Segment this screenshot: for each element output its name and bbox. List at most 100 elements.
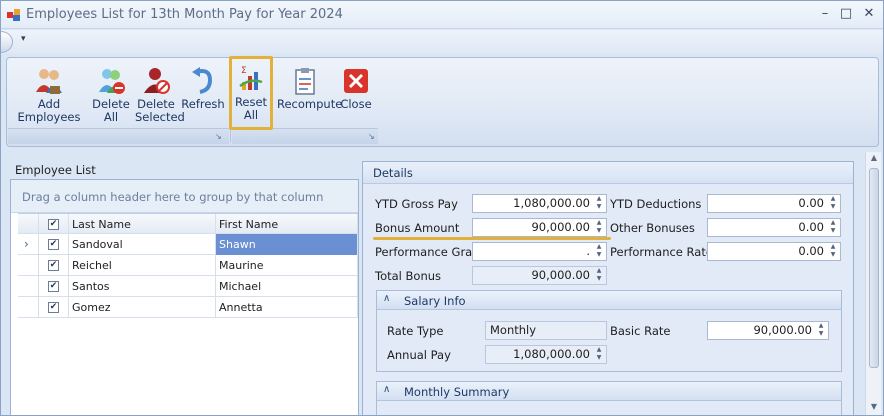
quick-access-toolbar: ▾ [1, 30, 883, 54]
performance-grade-label: Performance Grade [375, 245, 487, 259]
salary-info-header[interactable]: ∧ Salary Info [377, 291, 841, 310]
header-select-all[interactable]: ✔ [39, 214, 69, 235]
total-bonus-value: 90,000.00 [531, 268, 590, 282]
ribbon-group-footer-employees [8, 128, 229, 144]
monthly-summary-group: ∧ Monthly Summary [376, 381, 842, 415]
row-checkbox[interactable]: ✔ [48, 302, 59, 313]
table-row[interactable]: ✔ Reichel Maurine [18, 255, 358, 276]
reset-all-label-line2: All [243, 108, 259, 122]
scroll-down-icon[interactable]: ▼ [866, 402, 882, 411]
spin-arrows-icon[interactable]: ▲ ▼ [594, 243, 604, 259]
ytd-deductions-label: YTD Deductions [610, 197, 702, 211]
main-window: Employees List for 13th Month Pay for Ye… [0, 0, 884, 416]
spin-arrows-icon: ▲ ▼ [596, 267, 602, 282]
performance-grade-field[interactable]: . ▲ ▼ [472, 242, 607, 261]
row-checkbox[interactable]: ✔ [48, 281, 59, 292]
annual-pay-label: Annual Pay [387, 348, 451, 362]
cell-last-name[interactable]: Sandoval [69, 234, 216, 255]
delete-all-icon [99, 69, 125, 94]
performance-rate-value: 0.00 [798, 244, 824, 258]
application-menu-button[interactable] [1, 31, 13, 53]
ytd-gross-pay-value: 1,080,000.00 [513, 196, 590, 210]
close-button[interactable]: Close [338, 62, 374, 130]
delete-selected-button[interactable]: Delete Selected [135, 62, 185, 130]
row-select-cell[interactable]: ✔ [39, 234, 69, 255]
rate-type-label: Rate Type [387, 324, 444, 338]
row-indicator-arrow-icon: › [24, 237, 29, 251]
employee-grid: ✔ Last Name First Name › ✔ Sandoval Shaw… [18, 213, 358, 318]
table-row[interactable]: › ✔ Sandoval Shawn [18, 234, 358, 255]
row-indicator [18, 297, 39, 318]
recompute-button[interactable]: Recompute [277, 62, 342, 130]
add-employees-icon [36, 69, 62, 94]
cell-first-name[interactable]: Shawn [216, 234, 358, 255]
performance-rate-label: Performance Rate [610, 245, 713, 259]
row-select-cell[interactable]: ✔ [39, 276, 69, 297]
cell-last-name[interactable]: Santos [69, 276, 216, 297]
table-row[interactable]: ✔ Santos Michael [18, 276, 358, 297]
reset-all-button[interactable]: Σ Reset All [229, 56, 273, 130]
spin-arrows-icon[interactable]: ▲ ▼ [828, 219, 838, 235]
spin-arrows-icon[interactable]: ▲ ▼ [594, 195, 604, 211]
table-row[interactable]: ✔ Gomez Annetta [18, 297, 358, 318]
vertical-scrollbar[interactable]: ▲ ▼ [865, 152, 882, 415]
svg-text:Σ: Σ [241, 66, 247, 76]
ytd-deductions-value: 0.00 [798, 196, 824, 210]
row-checkbox[interactable]: ✔ [48, 239, 59, 250]
ribbon-group-footer-actions [232, 128, 378, 144]
maximize-button[interactable]: □ [835, 5, 857, 23]
details-body: YTD Gross Pay 1,080,000.00 ▲ ▼ YTD Deduct… [363, 184, 853, 415]
spin-arrows-icon[interactable]: ▲ ▼ [828, 243, 838, 259]
total-bonus-field: 90,000.00 ▲ ▼ [472, 266, 607, 285]
delete-selected-label-line1: Delete [137, 97, 175, 111]
monthly-summary-header[interactable]: ∧ Monthly Summary [377, 382, 841, 401]
row-select-cell[interactable]: ✔ [39, 297, 69, 318]
details-title: Details [363, 162, 853, 184]
monthly-summary-title: Monthly Summary [404, 385, 510, 399]
close-window-button[interactable]: ✕ [858, 5, 880, 23]
select-all-checkbox[interactable]: ✔ [48, 219, 59, 230]
qat-customize-dropdown[interactable]: ▾ [21, 34, 26, 44]
group-launcher-icon[interactable]: ↘ [368, 132, 375, 141]
delete-all-button[interactable]: Delete All [91, 62, 131, 130]
spin-arrows-icon[interactable]: ▲ ▼ [594, 219, 604, 235]
recompute-label: Recompute [277, 97, 343, 111]
row-select-cell[interactable]: ✔ [39, 255, 69, 276]
add-employees-button[interactable]: Add Employees [11, 62, 87, 130]
total-bonus-label: Total Bonus [375, 269, 442, 283]
cell-first-name[interactable]: Michael [216, 276, 358, 297]
cell-first-name[interactable]: Annetta [216, 297, 358, 318]
collapse-icon[interactable]: ∧ [383, 293, 390, 304]
window-title: Employees List for 13th Month Pay for Ye… [26, 7, 343, 22]
group-launcher-icon[interactable]: ↘ [215, 132, 222, 141]
delete-all-label-line2: All [103, 110, 119, 124]
collapse-icon[interactable]: ∧ [383, 384, 390, 395]
basic-rate-value: 90,000.00 [753, 323, 812, 337]
cell-last-name[interactable]: Gomez [69, 297, 216, 318]
cell-first-name[interactable]: Maurine [216, 255, 358, 276]
performance-rate-field[interactable]: 0.00 ▲ ▼ [707, 242, 841, 261]
ytd-deductions-field[interactable]: 0.00 ▲ ▼ [707, 194, 841, 213]
rate-type-field[interactable]: Monthly [485, 321, 607, 340]
scrollbar-thumb[interactable] [869, 168, 879, 368]
group-by-panel[interactable]: Drag a column header here to group by th… [11, 180, 358, 213]
close-icon [344, 69, 368, 93]
row-checkbox[interactable]: ✔ [48, 260, 59, 271]
scroll-up-icon[interactable]: ▲ [866, 153, 882, 162]
ytd-gross-pay-label: YTD Gross Pay [375, 197, 458, 211]
clipboard-icon [295, 68, 315, 95]
spin-arrows-icon[interactable]: ▲ ▼ [828, 195, 838, 211]
basic-rate-field[interactable]: 90,000.00 ▲ ▼ [707, 321, 829, 340]
cell-last-name[interactable]: Reichel [69, 255, 216, 276]
ytd-gross-pay-field[interactable]: 1,080,000.00 ▲ ▼ [472, 194, 607, 213]
minimize-button[interactable]: – [814, 5, 836, 23]
spin-arrows-icon[interactable]: ▲ ▼ [816, 322, 826, 338]
bonus-amount-field[interactable]: 90,000.00 ▲ ▼ [472, 218, 607, 237]
column-header-first-name[interactable]: First Name [216, 214, 358, 235]
reset-all-icon: Σ [239, 66, 263, 90]
refresh-icon [192, 67, 213, 94]
bonus-amount-label: Bonus Amount [375, 221, 460, 235]
other-bonuses-field[interactable]: 0.00 ▲ ▼ [707, 218, 841, 237]
refresh-button[interactable]: Refresh [181, 62, 225, 130]
column-header-last-name[interactable]: Last Name [69, 214, 216, 235]
